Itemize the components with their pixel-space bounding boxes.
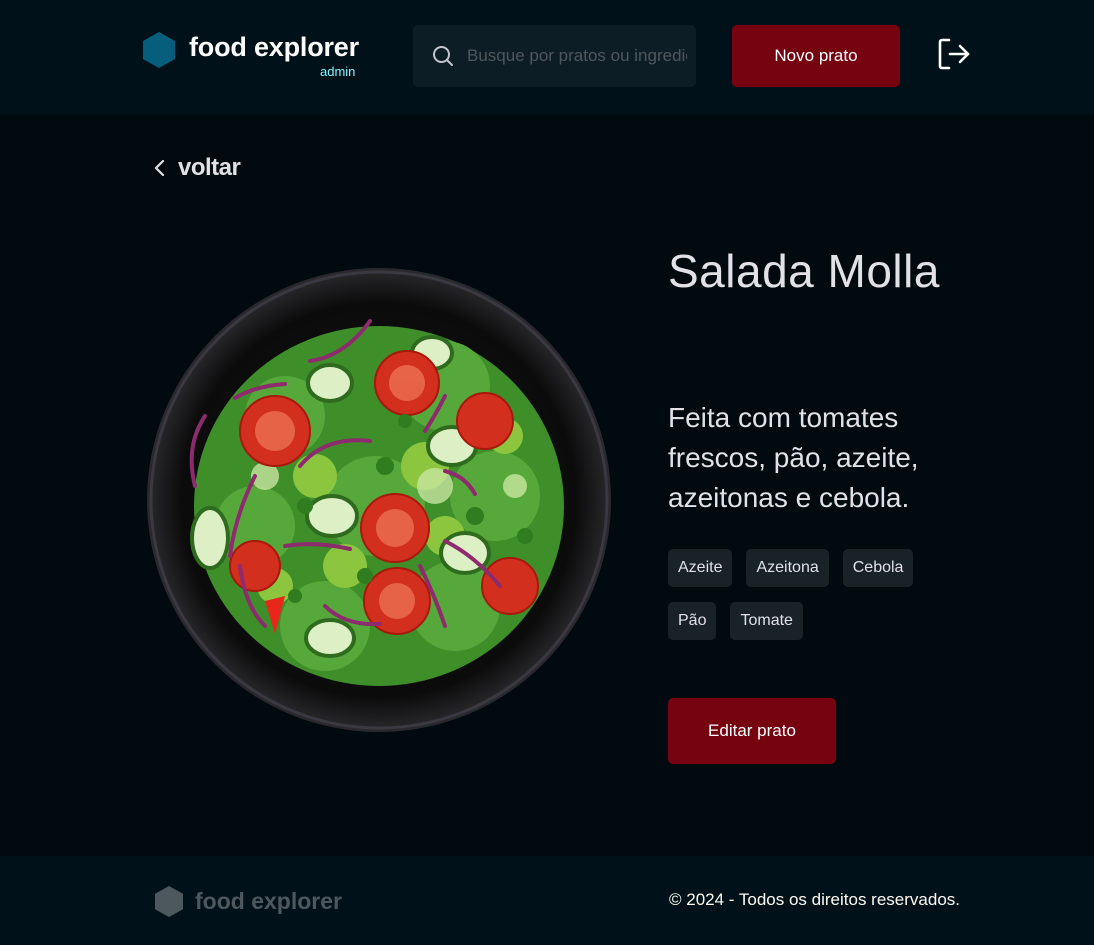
brand-name: food explorer bbox=[189, 32, 359, 62]
chevron-left-icon bbox=[154, 159, 165, 177]
ingredient-tag: Cebola bbox=[842, 549, 914, 587]
search-bar[interactable] bbox=[413, 25, 696, 87]
hexagon-logo-icon bbox=[155, 886, 183, 917]
footer-brand-name: food explorer bbox=[195, 888, 342, 914]
back-label: voltar bbox=[178, 154, 241, 181]
logout-icon[interactable] bbox=[936, 36, 972, 72]
dish-description: Feita com tomates frescos, pão, azeite, … bbox=[668, 402, 919, 513]
ingredient-tag: Tomate bbox=[730, 602, 803, 640]
copyright-text: © 2024 - Todos os direitos reservados. bbox=[669, 890, 960, 909]
search-input[interactable] bbox=[467, 25, 687, 87]
dish-image bbox=[147, 268, 611, 732]
edit-dish-label: Editar prato bbox=[708, 721, 796, 740]
ingredient-tags: Azeite Azeitona Cebola Pão Tomate bbox=[668, 549, 958, 640]
hexagon-logo-icon bbox=[143, 32, 175, 68]
brand-admin-label: admin bbox=[320, 64, 356, 79]
new-dish-button[interactable]: Novo prato bbox=[732, 25, 900, 87]
ingredient-tag: Azeitona bbox=[746, 549, 829, 587]
app-footer: food explorer © 2024 - Todos os direitos… bbox=[0, 856, 1094, 945]
ingredient-tag: Azeite bbox=[668, 549, 733, 587]
dish-title: Salada Molla bbox=[668, 245, 940, 297]
search-icon bbox=[433, 46, 453, 66]
new-dish-label: Novo prato bbox=[774, 46, 858, 65]
back-link[interactable]: voltar bbox=[150, 150, 241, 186]
ingredient-tag: Pão bbox=[668, 602, 717, 640]
edit-dish-button[interactable]: Editar prato bbox=[668, 698, 836, 764]
app-header: food explorer admin Novo prato bbox=[0, 0, 1094, 115]
